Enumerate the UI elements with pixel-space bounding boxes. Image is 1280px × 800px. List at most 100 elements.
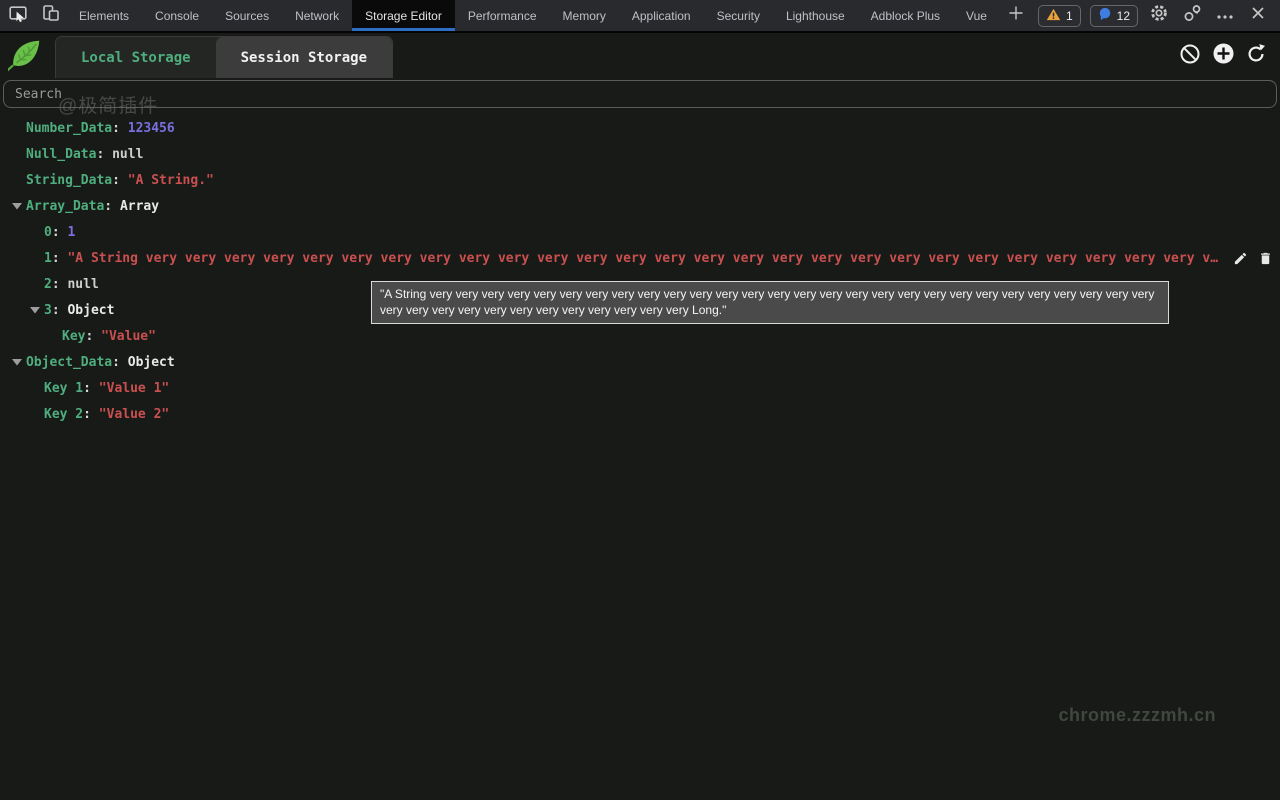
tree-key: Number_Data: [26, 121, 112, 136]
add-icon: [1212, 42, 1235, 70]
key-colon: :: [52, 277, 68, 292]
tree-key: Key 1: [44, 381, 83, 396]
gear-icon: [1149, 3, 1169, 28]
site-watermark: chrome.zzzmh.cn: [1058, 705, 1216, 726]
storage-tab-local-storage[interactable]: Local Storage: [56, 37, 216, 78]
devtools-tab-memory[interactable]: Memory: [550, 0, 619, 31]
settings-button[interactable]: [1147, 3, 1171, 28]
devtools-tab-console[interactable]: Console: [142, 0, 212, 31]
message-count: 12: [1117, 9, 1130, 23]
device-toolbar-button[interactable]: [34, 0, 66, 31]
warnings-badge[interactable]: 1: [1038, 5, 1081, 27]
tree-value: Object: [128, 355, 175, 370]
leaf-icon: [8, 62, 44, 79]
close-icon: [1250, 5, 1266, 26]
search-bar: [0, 78, 1280, 108]
refresh-icon: [1245, 43, 1267, 70]
key-colon: :: [52, 251, 68, 266]
devtools-toolbar: ElementsConsoleSourcesNetworkStorage Edi…: [0, 0, 1280, 33]
tree-key: String_Data: [26, 173, 112, 188]
clear-storage-button[interactable]: [1178, 44, 1202, 68]
search-input[interactable]: [3, 80, 1277, 108]
tree-row-key-2[interactable]: Key 2: "Value 2": [0, 401, 1280, 427]
devtools-tab-elements[interactable]: Elements: [66, 0, 142, 31]
more-menu-icon: [1216, 7, 1234, 25]
key-colon: :: [104, 199, 120, 214]
row-actions: [1232, 250, 1273, 266]
tree-key: 1: [44, 251, 52, 266]
tree-row-string_data[interactable]: String_Data: "A String.": [0, 167, 1280, 193]
tree-row-0[interactable]: 0: 1: [0, 219, 1280, 245]
panel-actions: [1178, 44, 1268, 68]
chevron-down-icon[interactable]: [26, 306, 44, 314]
tree-value: "Value": [101, 329, 156, 344]
devtools-tab-security[interactable]: Security: [704, 0, 773, 31]
key-colon: :: [85, 329, 101, 344]
chevron-down-icon[interactable]: [8, 202, 26, 210]
tree-key: Object_Data: [26, 355, 112, 370]
messages-badge[interactable]: 12: [1090, 5, 1138, 27]
storage-tree: Number_Data: 123456Null_Data: nullString…: [0, 108, 1280, 427]
tree-value: null: [67, 277, 98, 292]
storage-tab-session-storage[interactable]: Session Storage: [216, 37, 392, 78]
tree-key: 0: [44, 225, 52, 240]
devtools-tab-adblock-plus[interactable]: Adblock Plus: [858, 0, 953, 31]
tree-key: 2: [44, 277, 52, 292]
tree-key: Array_Data: [26, 199, 104, 214]
tree-row-key-1[interactable]: Key 1: "Value 1": [0, 375, 1280, 401]
tree-value: Object: [67, 303, 114, 318]
new-tab-button[interactable]: [1000, 0, 1032, 31]
devtools-tab-lighthouse[interactable]: Lighthouse: [773, 0, 858, 31]
tree-value: Array: [120, 199, 159, 214]
tree-key: Key 2: [44, 407, 83, 422]
devtools-tab-network[interactable]: Network: [282, 0, 352, 31]
edit-icon[interactable]: [1232, 250, 1248, 266]
key-colon: :: [112, 173, 128, 188]
tree-row-array_data[interactable]: Array_Data: Array: [0, 193, 1280, 219]
devtools-tab-performance[interactable]: Performance: [455, 0, 550, 31]
warning-triangle-icon: [1046, 8, 1061, 24]
extension-logo: [8, 37, 44, 80]
tree-value: "A String very very very very very very …: [67, 251, 1224, 266]
storage-tab-group: Local StorageSession Storage: [55, 36, 393, 78]
warning-count: 1: [1066, 9, 1073, 23]
tree-row-number_data[interactable]: Number_Data: 123456: [0, 115, 1280, 141]
devtools-tab-vue[interactable]: Vue: [953, 0, 1000, 31]
new-tab-plus-icon: [1008, 5, 1024, 26]
devtools-tabs: ElementsConsoleSourcesNetworkStorage Edi…: [66, 0, 1000, 31]
chevron-down-icon[interactable]: [8, 358, 26, 366]
tree-row-null_data[interactable]: Null_Data: null: [0, 141, 1280, 167]
clear-icon: [1179, 43, 1201, 70]
delete-icon[interactable]: [1257, 250, 1273, 266]
storage-panel-header: Local StorageSession Storage @极简插件: [0, 33, 1280, 78]
remote-devices-button[interactable]: [1180, 3, 1204, 28]
tree-value: 1: [67, 225, 75, 240]
tree-value: "Value 2": [99, 407, 169, 422]
inspect-button[interactable]: [2, 0, 34, 31]
connected-nodes-icon: [1182, 3, 1202, 28]
devtools-tab-application[interactable]: Application: [619, 0, 704, 31]
devtools-tab-sources[interactable]: Sources: [212, 0, 282, 31]
device-toolbar-icon: [40, 3, 60, 28]
key-colon: :: [83, 381, 99, 396]
key-colon: :: [112, 121, 128, 136]
value-tooltip: "A String very very very very very very …: [371, 281, 1169, 324]
key-colon: :: [52, 225, 68, 240]
devtools-tab-storage-editor[interactable]: Storage Editor: [352, 0, 455, 31]
refresh-button[interactable]: [1244, 44, 1268, 68]
tree-row-key[interactable]: Key: "Value": [0, 323, 1280, 349]
tree-key: Null_Data: [26, 147, 96, 162]
key-colon: :: [83, 407, 99, 422]
more-options-button[interactable]: [1213, 7, 1237, 25]
add-item-button[interactable]: [1211, 44, 1235, 68]
tree-row-object_data[interactable]: Object_Data: Object: [0, 349, 1280, 375]
tree-value: 123456: [128, 121, 175, 136]
close-devtools-button[interactable]: [1246, 5, 1270, 26]
key-colon: :: [112, 355, 128, 370]
tree-key: 3: [44, 303, 52, 318]
key-colon: :: [52, 303, 68, 318]
key-colon: :: [96, 147, 112, 162]
tree-row-1[interactable]: 1: "A String very very very very very ve…: [0, 245, 1280, 271]
tree-value: "A String.": [128, 173, 214, 188]
tree-key: Key: [62, 329, 85, 344]
